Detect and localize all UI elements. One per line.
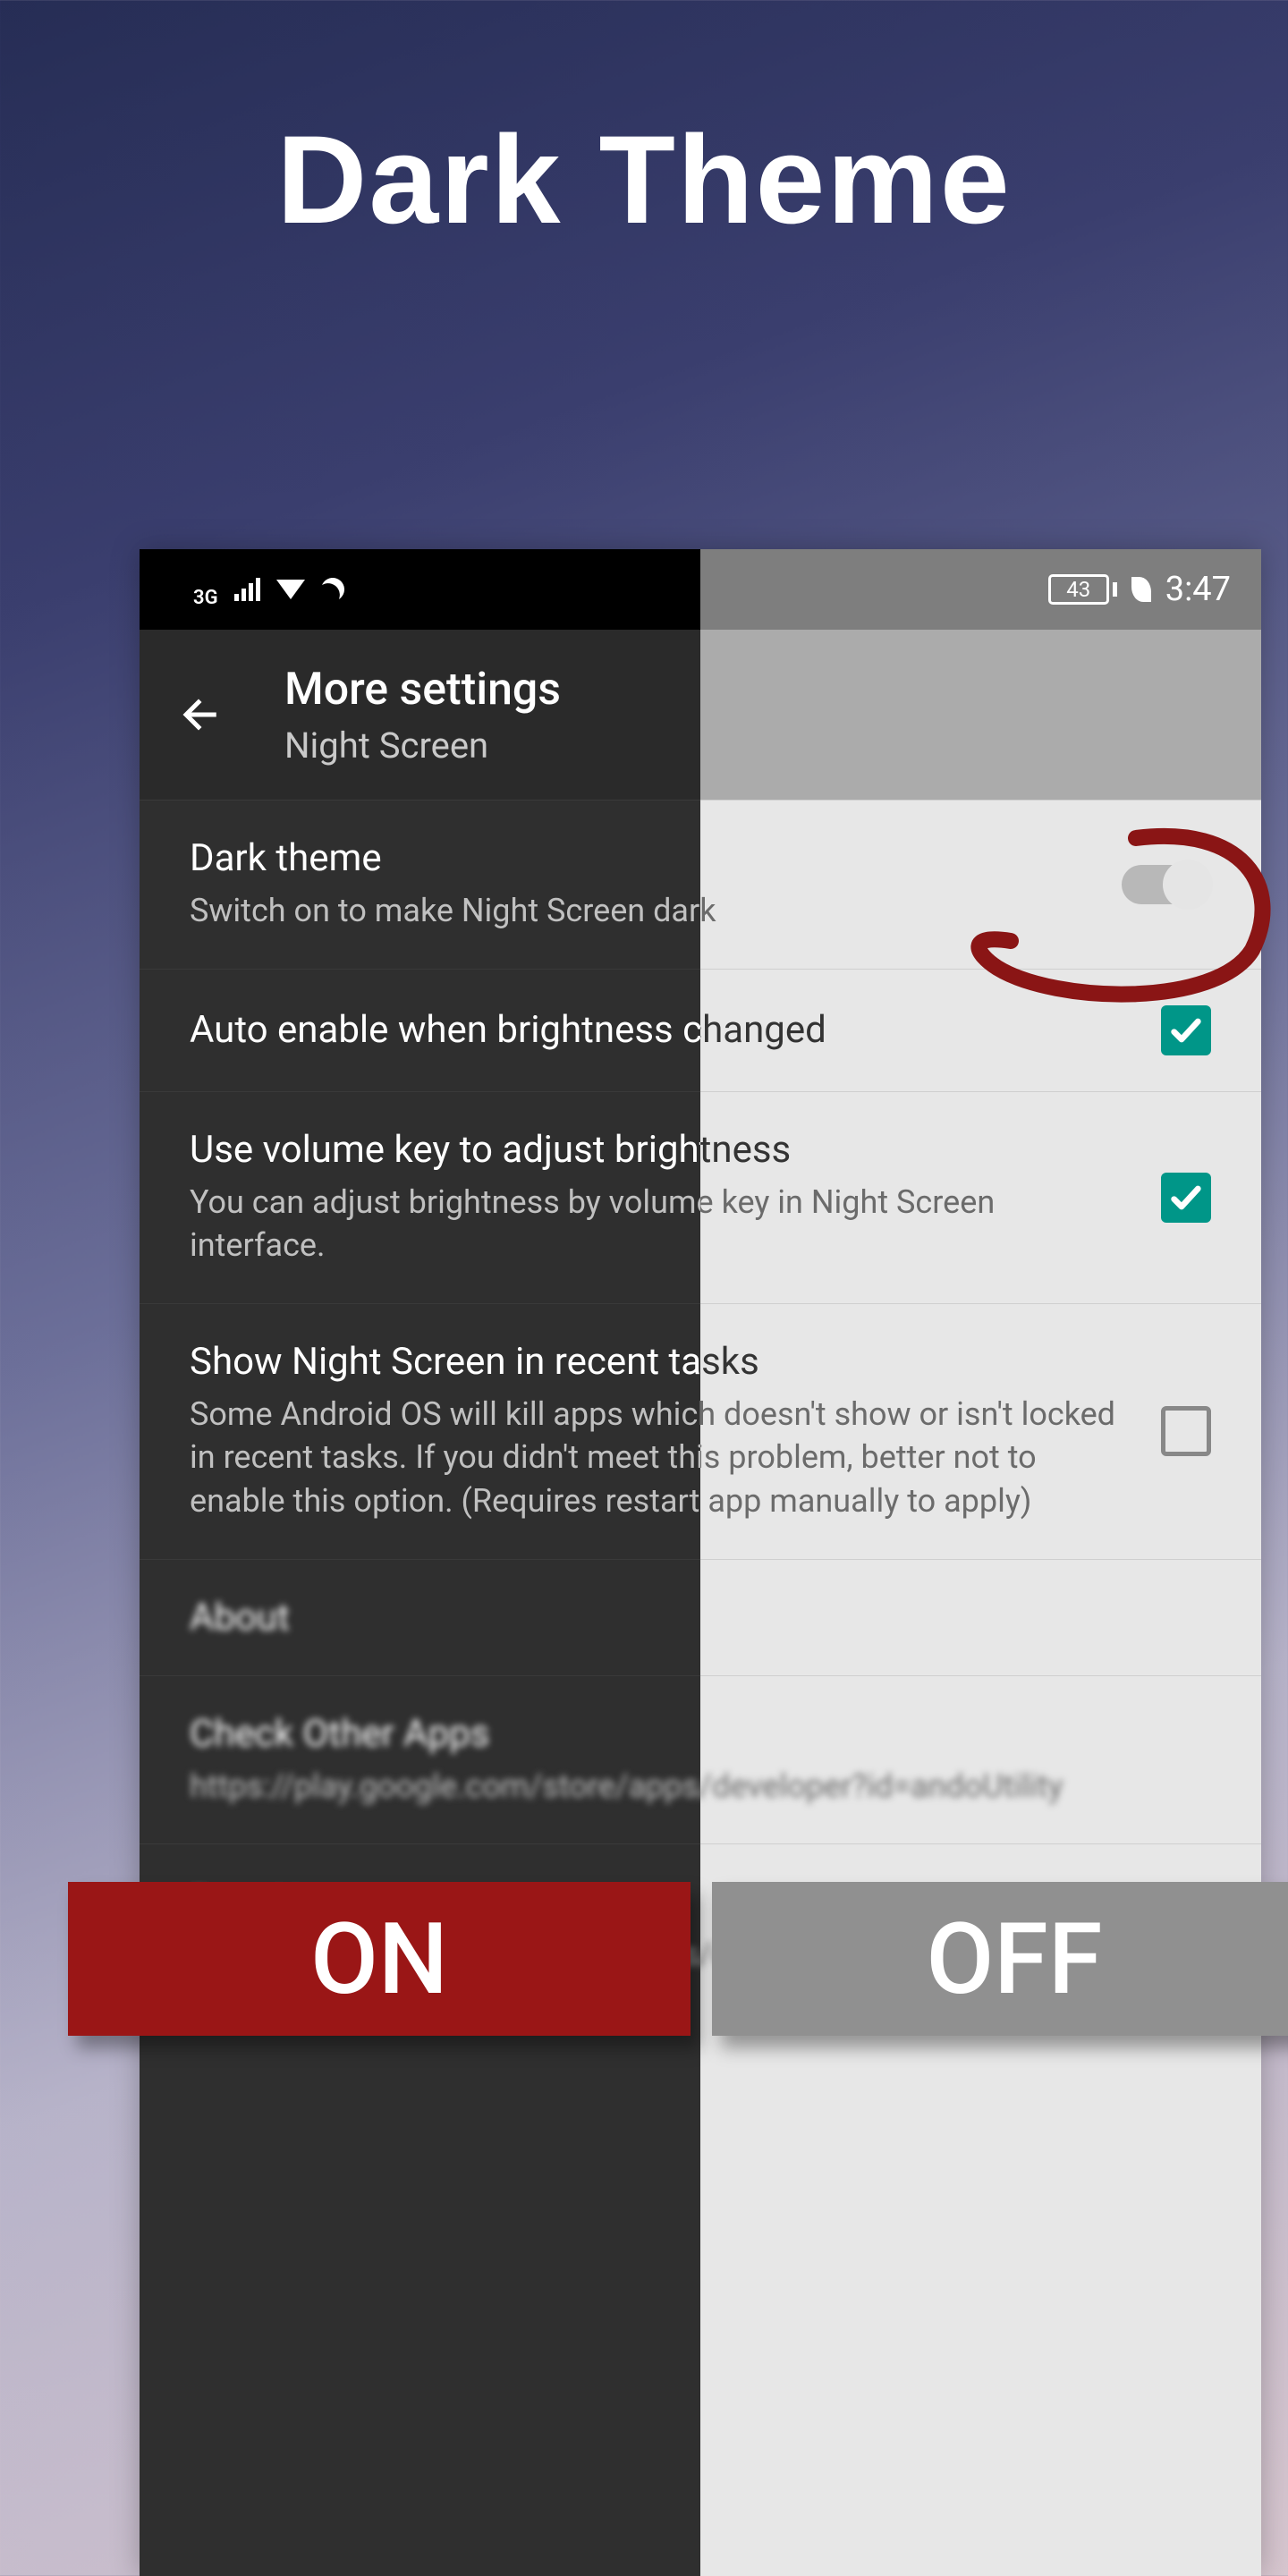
settings-row[interactable]: Show Night Screen in recent tasks Some A… [700, 1303, 1261, 1559]
leaf-icon [1131, 577, 1151, 602]
dark-half: 3G 43 3:47 More settings Night Screen Da… [140, 549, 700, 2576]
row-title: Dark theme [700, 836, 1086, 880]
status-bar: 3G 43 3:47 [140, 549, 700, 630]
row-title: Dark theme [190, 836, 700, 880]
row-title: About [190, 1596, 700, 1640]
row-subtitle: Some Android OS will kill apps which doe… [190, 1393, 700, 1523]
appbar-subtitle: Night Screen [284, 724, 561, 767]
settings-row[interactable]: Auto enable when brightness changed [140, 969, 700, 1091]
off-banner: OFF [712, 1882, 1288, 2036]
back-button[interactable] [174, 686, 231, 743]
row-subtitle: You can adjust brightness by volume key … [190, 1181, 700, 1267]
row-title: Show Night Screen in recent tasks [700, 1340, 1125, 1384]
checkbox[interactable] [1161, 1173, 1211, 1223]
checkbox[interactable] [1161, 1005, 1211, 1055]
moon-icon [316, 573, 349, 606]
on-banner: ON [68, 1882, 691, 2036]
settings-row[interactable]: Dark theme Switch on to make Night Scree… [140, 800, 700, 969]
row-title: About [700, 1596, 1211, 1640]
row-title: Check Other Apps [700, 1712, 1211, 1756]
network-label: 3G [193, 587, 218, 609]
phone-mock: 3G 43 3:47 More settings Night Screen Da… [140, 549, 1261, 2576]
app-bar: More settings Night Screen [140, 630, 700, 800]
light-half: 3G 43 3:47 More settings Night Screen Da… [700, 549, 1261, 2576]
row-title: Use volume key to adjust brightness [700, 1128, 1125, 1172]
settings-row[interactable]: Use volume key to adjust brightness You … [700, 1091, 1261, 1303]
battery-icon: 43 [1048, 574, 1117, 605]
row-subtitle: Switch on to make Night Screen dark [700, 889, 1086, 933]
checkbox[interactable] [1161, 1406, 1211, 1456]
settings-row[interactable]: Check Other Apps https://play.google.com… [140, 1675, 700, 1844]
settings-row[interactable]: About [140, 1559, 700, 1675]
settings-row[interactable]: Show Night Screen in recent tasks Some A… [140, 1303, 700, 1559]
clock: 3:47 [1165, 570, 1231, 609]
row-subtitle: https://play.google.com/store/apps/devel… [190, 1765, 700, 1809]
app-bar: More settings Night Screen [700, 630, 1261, 800]
settings-row[interactable]: About [700, 1559, 1261, 1675]
row-subtitle: https://play.google.com/store/apps/devel… [700, 1765, 1211, 1809]
settings-row[interactable]: Use volume key to adjust brightness You … [140, 1091, 700, 1303]
dark-theme-toggle[interactable] [1122, 865, 1211, 904]
signal-icon [234, 578, 260, 601]
row-subtitle: Switch on to make Night Screen dark [190, 889, 700, 933]
row-title: Auto enable when brightness changed [700, 1008, 1125, 1052]
row-title: Show Night Screen in recent tasks [190, 1340, 700, 1384]
row-title: Auto enable when brightness changed [190, 1008, 700, 1052]
settings-row[interactable]: Auto enable when brightness changed [700, 969, 1261, 1091]
row-title: Use volume key to adjust brightness [190, 1128, 700, 1172]
row-title: Check Other Apps [190, 1712, 700, 1756]
row-subtitle: You can adjust brightness by volume key … [700, 1181, 1125, 1267]
appbar-title: More settings [284, 664, 561, 716]
row-subtitle: Some Android OS will kill apps which doe… [700, 1393, 1125, 1523]
status-bar: 3G 43 3:47 [700, 549, 1261, 630]
page-title: Dark Theme [0, 107, 1288, 252]
wifi-icon [276, 580, 305, 599]
settings-row[interactable]: Check Other Apps https://play.google.com… [700, 1675, 1261, 1844]
settings-row[interactable]: Dark theme Switch on to make Night Scree… [700, 800, 1261, 969]
